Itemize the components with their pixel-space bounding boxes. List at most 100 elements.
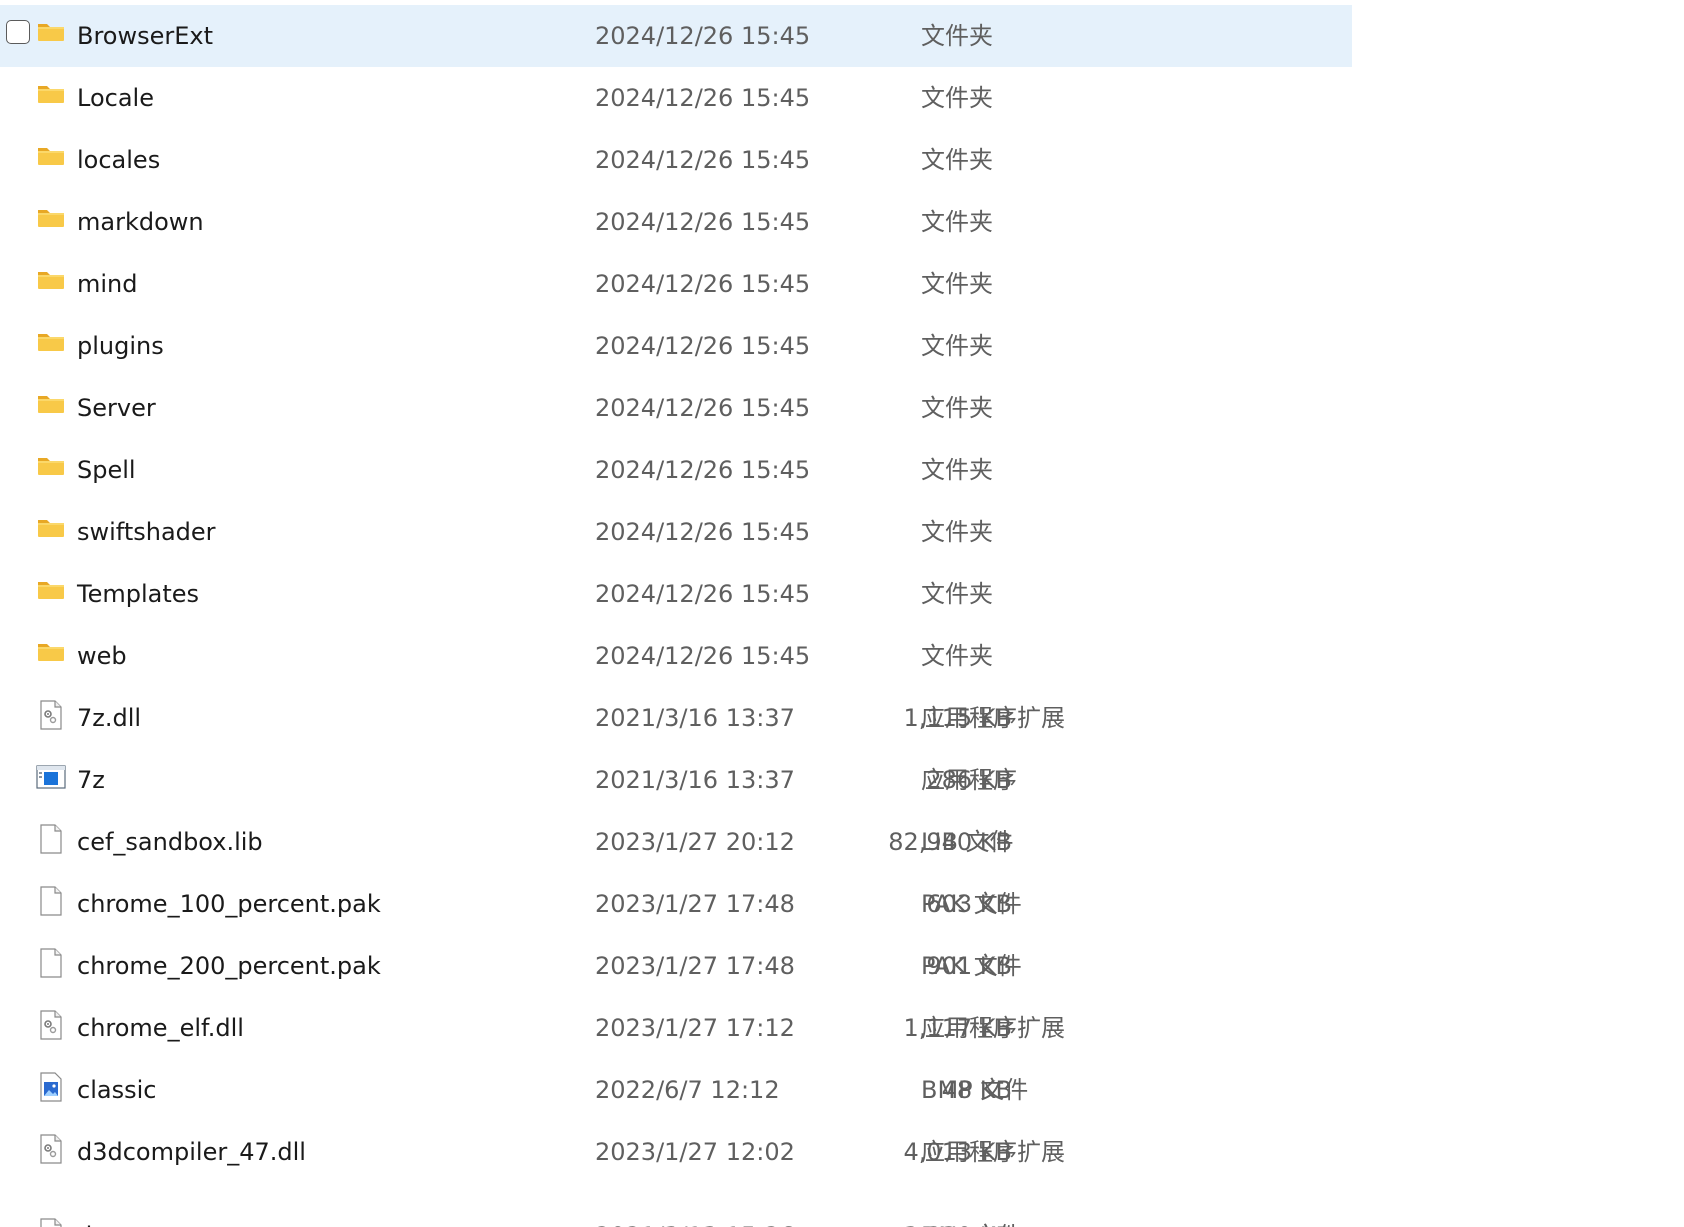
file-name: BrowserExt [77, 22, 214, 50]
file-modified-date: 2024/12/26 15:45 [595, 84, 811, 112]
file-row[interactable]: markdown 2024/12/26 15:45 文件夹 [0, 191, 1352, 253]
file-modified-date: 2021/3/16 13:37 [595, 704, 795, 732]
folder-icon [36, 327, 66, 359]
file-size: 1,115 KB [903, 704, 1012, 732]
file-size: 82,940 KB [888, 828, 1012, 856]
file-size: 901 KB [926, 952, 1012, 980]
file-list: BrowserExt 2024/12/26 15:45 文件夹 Locale 2024/… [0, 5, 1684, 1227]
file-type: 文件夹 [921, 84, 993, 112]
file-icon [36, 823, 66, 855]
select-checkbox[interactable] [6, 20, 30, 44]
application-icon [36, 761, 66, 793]
file-modified-date: 2024/12/26 15:45 [595, 580, 811, 608]
folder-icon [36, 141, 66, 173]
folder-icon [36, 513, 66, 545]
file-name: cef_sandbox.lib [77, 828, 263, 856]
file-size: 3,330 KB [903, 1205, 1012, 1227]
file-modified-date: 2024/12/26 15:45 [595, 518, 811, 546]
file-icon [36, 885, 66, 917]
file-type: 文件夹 [921, 456, 993, 484]
file-name: Server [77, 394, 156, 422]
file-type: 文件夹 [921, 332, 993, 360]
file-row[interactable]: 7z 2021/3/16 13:37 应用程序 286 KB [0, 749, 1352, 811]
file-modified-date: 2024/12/26 15:45 [595, 642, 811, 670]
file-modified-date: 2024/12/26 15:45 [595, 332, 811, 360]
folder-icon [36, 575, 66, 607]
file-name: markdown [77, 208, 204, 236]
file-row[interactable]: dev...2021/3/13 15:26PAK 文件3,330 KB [0, 1183, 1352, 1227]
file-name: d3dcompiler_47.dll [77, 1138, 306, 1166]
file-row[interactable]: BrowserExt 2024/12/26 15:45 文件夹 [0, 5, 1352, 67]
file-row[interactable]: 7z.dll 2021/3/16 13:37 应用程序扩展 1,115 KB [0, 687, 1352, 749]
file-size: 603 KB [926, 890, 1012, 918]
file-type: 文件夹 [921, 22, 993, 50]
file-row[interactable]: locales 2024/12/26 15:45 文件夹 [0, 129, 1352, 191]
file-modified-date: 2024/12/26 15:45 [595, 394, 811, 422]
file-row[interactable]: swiftshader 2024/12/26 15:45 文件夹 [0, 501, 1352, 563]
file-name: chrome_200_percent.pak [77, 952, 381, 980]
file-name: chrome_elf.dll [77, 1014, 244, 1042]
file-modified-date: 2024/12/26 15:45 [595, 270, 811, 298]
file-name: 7z.dll [77, 704, 142, 732]
file-modified-date: 2023/1/27 17:48 [595, 890, 795, 918]
dll-icon [36, 1133, 66, 1165]
file-modified-date: 2024/12/26 15:45 [595, 208, 811, 236]
file-row[interactable]: chrome_200_percent.pak 2023/1/27 17:48 PAK… [0, 935, 1352, 997]
file-modified-date: 2022/6/7 12:12 [595, 1076, 780, 1104]
file-row[interactable]: web 2024/12/26 15:45 文件夹 [0, 625, 1352, 687]
file-row[interactable]: Locale 2024/12/26 15:45 文件夹 [0, 67, 1352, 129]
file-icon [36, 947, 66, 979]
file-name: web [77, 642, 127, 670]
file-size: 48 KB [941, 1076, 1012, 1104]
file-modified-date: 2021/3/16 13:37 [595, 766, 795, 794]
file-row[interactable]: Server 2024/12/26 15:45 文件夹 [0, 377, 1352, 439]
file-modified-date: 2024/12/26 15:45 [595, 22, 811, 50]
file-modified-date: 2023/1/27 20:12 [595, 828, 795, 856]
file-row[interactable]: chrome_elf.dll 2023/1/27 17:12 应用程序扩展 1,117… [0, 997, 1352, 1059]
file-size: 1,117 KB [903, 1014, 1012, 1042]
file-name: Spell [77, 456, 136, 484]
file-name: classic [77, 1076, 157, 1104]
file-row[interactable]: Templates 2024/12/26 15:45 文件夹 [0, 563, 1352, 625]
file-row[interactable]: cef_sandbox.lib 2023/1/27 20:12 LIB 文件 82,9… [0, 811, 1352, 873]
file-row[interactable]: mind 2024/12/26 15:45 文件夹 [0, 253, 1352, 315]
file-row[interactable]: Spell 2024/12/26 15:45 文件夹 [0, 439, 1352, 501]
file-name: chrome_100_percent.pak [77, 890, 381, 918]
file-type: 文件夹 [921, 518, 993, 546]
folder-icon [36, 79, 66, 111]
dll-icon [36, 1009, 66, 1041]
file-name: locales [77, 146, 161, 174]
file-row[interactable]: chrome_100_percent.pak 2023/1/27 17:48 PAK… [0, 873, 1352, 935]
file-modified-date: 2024/12/26 15:45 [595, 456, 811, 484]
folder-icon [36, 203, 66, 235]
file-row[interactable]: classic 2022/6/7 12:12 BMP 文件 48 KB [0, 1059, 1352, 1121]
file-row[interactable]: plugins 2024/12/26 15:45 文件夹 [0, 315, 1352, 377]
folder-icon [36, 389, 66, 421]
file-icon [36, 1217, 66, 1227]
file-type: 文件夹 [921, 270, 993, 298]
file-size: 286 KB [926, 766, 1012, 794]
file-name: 7z [77, 766, 105, 794]
file-type: 文件夹 [921, 208, 993, 236]
file-modified-date: 2023/1/27 17:48 [595, 952, 795, 980]
file-row[interactable]: d3dcompiler_47.dll 2023/1/27 12:02 应用程序扩展 4… [0, 1121, 1352, 1183]
folder-icon [36, 637, 66, 669]
file-type: 文件夹 [921, 146, 993, 174]
file-name: swiftshader [77, 518, 216, 546]
file-type: 文件夹 [921, 394, 993, 422]
folder-icon [36, 451, 66, 483]
file-modified-date: 2024/12/26 15:45 [595, 146, 811, 174]
file-name: plugins [77, 332, 164, 360]
dll-icon [36, 699, 66, 731]
file-modified-date: 2023/1/27 17:12 [595, 1014, 795, 1042]
folder-icon [36, 265, 66, 297]
folder-icon [36, 17, 66, 49]
file-type: 文件夹 [921, 580, 993, 608]
file-modified-date: 2023/1/27 12:02 [595, 1138, 795, 1166]
file-type: 文件夹 [921, 642, 993, 670]
file-modified-date: 2021/3/13 15:26 [595, 1205, 795, 1227]
file-name: Locale [77, 84, 154, 112]
file-name: dev... [77, 1205, 142, 1227]
file-name: mind [77, 270, 138, 298]
file-name: Templates [77, 580, 200, 608]
